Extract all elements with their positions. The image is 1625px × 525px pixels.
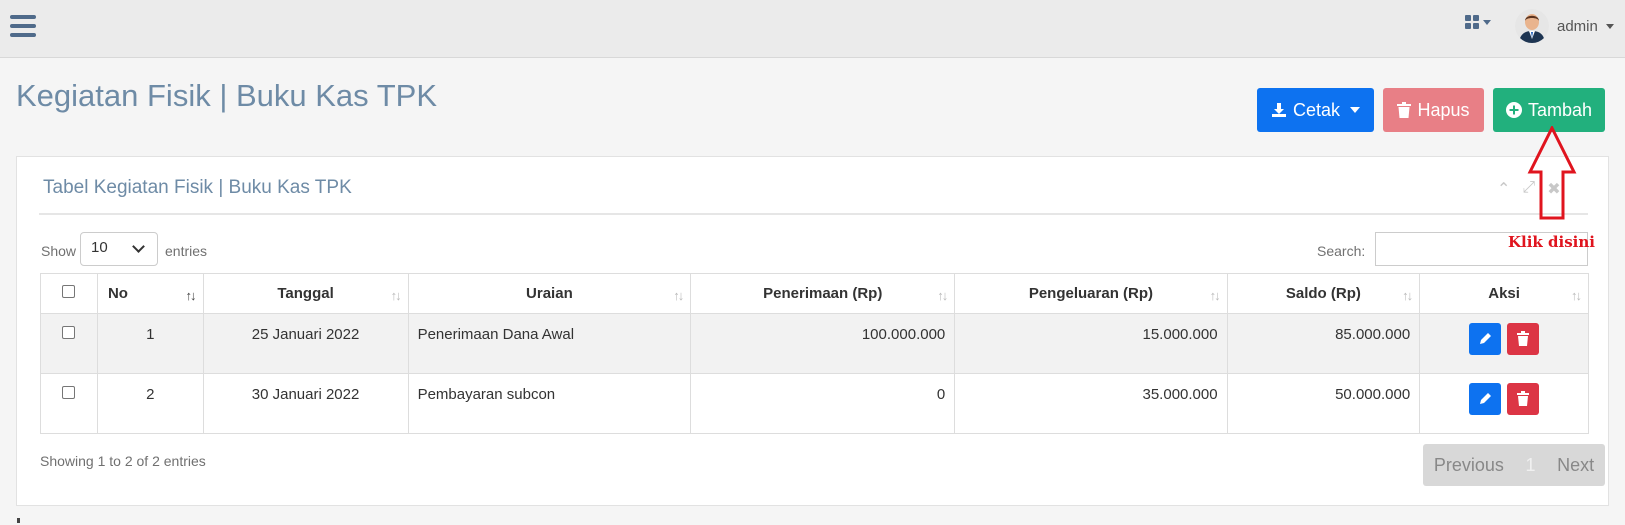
header-no[interactable]: No ↑↓ [96,273,204,314]
cell-saldo: 85.000.000 [1226,313,1421,374]
cell-tanggal: 25 Januari 2022 [202,313,409,374]
table-row: 2 30 Januari 2022 Pembayaran subcon 0 35… [40,373,1589,434]
chevron-down-icon [1483,19,1491,25]
cell-aksi [1419,373,1589,434]
table-header-row: No ↑↓ Tanggal ↑↓ Uraian ↑↓ Penerimaan (Rp) ↑… [40,273,1589,314]
cell-penerimaan: 100.000.000 [690,313,956,374]
sort-icon: ↑↓ [673,288,684,303]
sort-icon: ↑↓ [1209,288,1221,303]
annotation-arrow [1527,126,1577,220]
pencil-icon [1480,333,1492,344]
annotation-text: Klik disini [1508,233,1595,251]
bars-icon[interactable] [10,15,36,37]
panel-title: Tabel Kegiatan Fisik | Buku Kas TPK [43,177,352,198]
cell-aksi [1419,313,1589,374]
tambah-label: Tambah [1527,99,1593,120]
download-icon [1271,103,1286,117]
plus-circle-icon [1505,102,1522,118]
row-checkbox[interactable] [62,326,76,339]
hapus-label: Hapus [1417,99,1470,120]
panel-divider [39,213,1588,215]
top-navbar: admin [0,0,1625,58]
apps-grid-icon [1465,15,1479,29]
table-info: Showing 1 to 2 of 2 entries [40,453,206,469]
chevron-up-icon[interactable]: ⌃ [1497,179,1510,199]
header-uraian[interactable]: Uraian ↑↓ [407,273,692,314]
apps-menu-button[interactable] [1465,12,1499,32]
delete-button[interactable] [1507,323,1540,355]
cell-pengeluaran: 35.000.000 [954,373,1228,434]
header-penerimaan[interactable]: Penerimaan (Rp) ↑↓ [690,273,956,314]
page-current[interactable]: 1 [1525,455,1535,476]
row-select-cell [40,373,98,434]
select-all-checkbox[interactable] [62,285,76,298]
header-pengeluaran[interactable]: Pengeluaran (Rp) ↑↓ [954,273,1228,314]
search-label: Search: [1317,243,1366,259]
next-button[interactable]: Next [1557,455,1594,476]
cell-uraian: Penerimaan Dana Awal [407,313,692,374]
sort-asc-icon: ↑↓ [185,288,197,303]
cell-pengeluaran: 15.000.000 [954,313,1228,374]
delete-button[interactable] [1507,383,1540,415]
length-select[interactable]: 10 [80,232,158,266]
sort-icon: ↑↓ [1402,288,1413,303]
trash-icon [1517,331,1530,346]
chevron-down-icon [132,240,145,253]
cell-saldo: 50.000.000 [1226,373,1421,434]
entries-label: entries [165,243,208,259]
previous-button[interactable]: Previous [1434,455,1504,476]
trash-icon [1397,102,1412,118]
sort-icon: ↑↓ [1571,288,1582,303]
cell-penerimaan: 0 [690,373,956,434]
page-title: Kegiatan Fisik | Buku Kas TPK [16,78,438,113]
cetak-label: Cetak [1292,99,1341,120]
edge-mark [17,518,20,523]
cell-uraian: Pembayaran subcon [407,373,692,434]
show-label: Show [41,243,77,259]
cell-tanggal: 30 Januari 2022 [202,373,409,434]
edit-button[interactable] [1469,383,1502,415]
chevron-down-icon [1350,107,1361,113]
cetak-button[interactable]: Cetak [1257,88,1374,132]
hapus-button[interactable]: Hapus [1383,88,1484,132]
row-select-cell [40,313,98,374]
table-panel: Tabel Kegiatan Fisik | Buku Kas TPK ⌃ ⤢ … [16,156,1609,506]
sort-icon: ↑↓ [937,288,948,303]
user-name: admin [1557,17,1598,35]
header-saldo[interactable]: Saldo (Rp) ↑↓ [1226,273,1421,314]
pagination: Previous 1 Next [1423,444,1605,486]
row-checkbox[interactable] [62,386,76,399]
pencil-icon [1480,393,1492,404]
edit-button[interactable] [1469,323,1502,355]
user-menu[interactable]: admin [1515,8,1614,44]
header-aksi[interactable]: Aksi ↑↓ [1419,273,1589,314]
cell-no: 1 [96,313,204,374]
length-value: 10 [91,239,108,256]
trash-icon [1517,391,1530,406]
chevron-down-icon [1605,23,1614,29]
table-row: 1 25 Januari 2022 Penerimaan Dana Awal 1… [40,313,1589,374]
cell-no: 2 [96,373,204,434]
header-tanggal[interactable]: Tanggal ↑↓ [202,273,409,314]
select-all-header[interactable] [40,273,98,314]
user-avatar-icon [1515,9,1549,43]
data-table: No ↑↓ Tanggal ↑↓ Uraian ↑↓ Penerimaan (Rp) ↑… [40,273,1589,434]
sort-icon: ↑↓ [390,288,402,303]
